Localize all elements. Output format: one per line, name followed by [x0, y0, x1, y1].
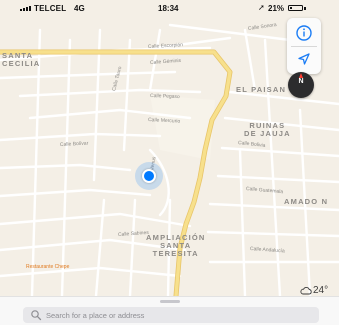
location-services-icon: ➚ — [258, 3, 265, 12]
tracking-button[interactable] — [294, 49, 314, 69]
user-location-dot — [142, 169, 156, 183]
sheet-grabber[interactable] — [160, 300, 180, 303]
area-label-amado-n: AMADO N — [284, 197, 329, 206]
temperature-label: 24° — [313, 285, 329, 296]
control-divider — [291, 46, 317, 47]
search-icon — [31, 310, 42, 321]
compass-button[interactable]: N — [288, 72, 314, 98]
battery-icon — [288, 5, 303, 11]
map-controls — [287, 18, 321, 74]
maps-screen: Calle Sonora Calle Escorpión Calle Gémin… — [0, 0, 339, 325]
info-button[interactable] — [294, 23, 314, 43]
info-icon — [296, 25, 312, 41]
weather-indicator: 24° — [300, 285, 328, 296]
battery-cap — [304, 7, 306, 10]
poi-label[interactable]: Restaurante Chepe — [26, 264, 69, 270]
compass-label: N — [298, 78, 304, 85]
search-placeholder: Search for a place or address — [46, 310, 145, 320]
area-label-el-paisan: EL PAISAN — [236, 85, 287, 94]
carrier-label: TELCEL — [34, 4, 67, 13]
network-label: 4G — [74, 4, 85, 13]
bottom-sheet: Search for a place or address — [0, 296, 339, 325]
status-bar: TELCEL 4G 18:34 ➚ 21% — [0, 0, 339, 18]
user-location-halo[interactable] — [135, 162, 163, 190]
area-label-ruinas-de-jauja: RUINAS DE JAUJA — [244, 121, 291, 138]
location-arrow-icon — [298, 53, 310, 65]
street-label: Calle Pegaso — [149, 93, 180, 101]
cloud-icon — [300, 286, 312, 295]
battery-fill — [290, 7, 293, 9]
area-label-santa-cecilia: SANTA CECILIA — [2, 51, 41, 68]
battery-percent: 21% — [268, 4, 285, 13]
clock: 18:34 — [158, 4, 179, 13]
area-label-ampliacion-santa-teresita: AMPLIACIÓN SANTA TERESITA — [146, 233, 206, 258]
signal-icon — [20, 6, 31, 11]
search-input[interactable]: Search for a place or address — [23, 307, 319, 323]
